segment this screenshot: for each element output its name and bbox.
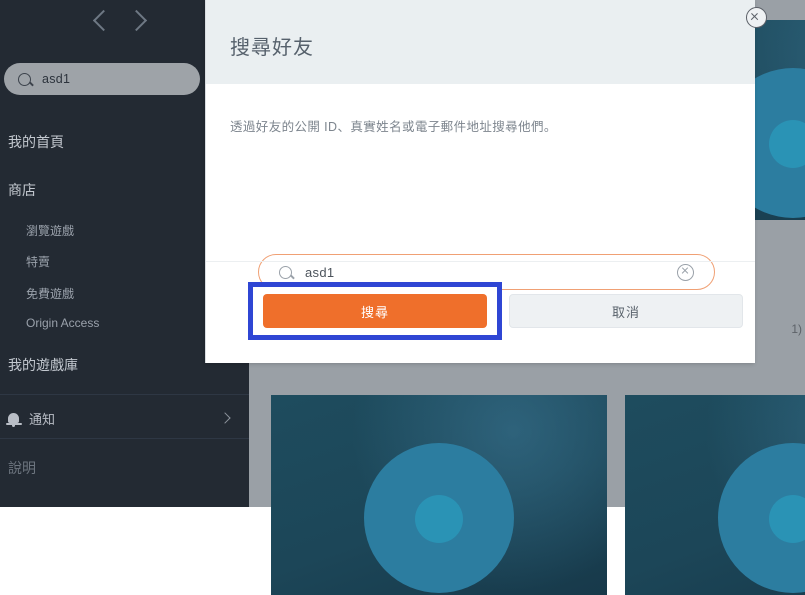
search-friends-dialog: 搜尋好友 透過好友的公開 ID、真實姓名或電子郵件地址搜尋他們。 搜尋 取消 — [205, 0, 755, 363]
sidebar-item-help[interactable]: 說明 — [8, 458, 36, 478]
background-caption: 1) — [791, 322, 802, 336]
dialog-button-row: 搜尋 取消 — [206, 280, 755, 340]
cancel-button[interactable]: 取消 — [509, 294, 743, 328]
dialog-body: 透過好友的公開 ID、真實姓名或電子郵件地址搜尋他們。 搜尋 取消 — [206, 84, 755, 363]
game-tile[interactable] — [271, 395, 607, 595]
sidebar-item-deals[interactable]: 特賣 — [26, 253, 50, 270]
sidebar-item-home[interactable]: 我的首頁 — [8, 132, 64, 152]
chevron-right-icon — [219, 412, 231, 424]
sidebar-nav-arrows — [92, 9, 148, 32]
sidebar-item-free-games[interactable]: 免費遊戲 — [26, 285, 74, 302]
sidebar-item-notifications[interactable]: 通知 — [0, 398, 249, 438]
tile-orb-small — [415, 495, 463, 543]
close-dialog-button[interactable] — [746, 7, 767, 28]
search-submit-button[interactable]: 搜尋 — [263, 294, 487, 328]
dialog-header: 搜尋好友 — [206, 0, 755, 84]
sidebar-item-store[interactable]: 商店 — [8, 180, 36, 200]
sidebar-divider — [0, 438, 249, 439]
game-tile-row — [271, 395, 805, 595]
sidebar-search-value: asd1 — [42, 72, 71, 86]
friend-search-input[interactable] — [305, 264, 677, 280]
sidebar-divider — [0, 394, 249, 395]
sidebar-item-browse-games[interactable]: 瀏覽遊戲 — [26, 222, 74, 239]
game-tile[interactable] — [625, 395, 805, 595]
chevron-right-icon[interactable] — [125, 9, 148, 32]
dialog-divider — [206, 261, 755, 262]
clear-input-icon[interactable] — [677, 263, 694, 281]
dialog-title: 搜尋好友 — [230, 37, 314, 59]
sidebar-item-label: 通知 — [29, 411, 56, 427]
search-icon — [18, 72, 31, 86]
sidebar-item-my-library[interactable]: 我的遊戲庫 — [8, 355, 78, 375]
dialog-description: 透過好友的公開 ID、真實姓名或電子郵件地址搜尋他們。 — [230, 120, 557, 134]
sidebar-item-origin-access[interactable]: Origin Access — [26, 316, 99, 330]
chevron-left-icon[interactable] — [92, 9, 115, 32]
search-icon — [279, 265, 292, 279]
sidebar-search-input[interactable]: asd1 — [4, 63, 200, 95]
bell-icon — [5, 413, 22, 427]
